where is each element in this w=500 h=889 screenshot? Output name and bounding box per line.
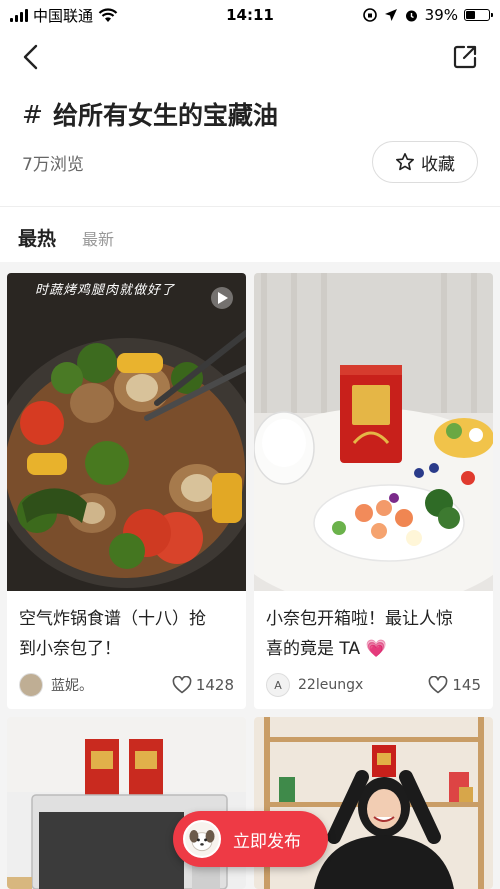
post-meta: A 22leungx 145 <box>266 672 481 698</box>
battery-level <box>466 11 475 19</box>
avatar[interactable] <box>19 673 43 697</box>
post-meta: 蓝妮。 1428 <box>19 672 234 698</box>
back-button[interactable] <box>14 40 48 74</box>
share-icon <box>453 45 477 69</box>
avatar-letter: A <box>274 678 282 692</box>
post-title-line: 小奈包开箱啦！最让人惊 <box>266 609 453 629</box>
post-card[interactable]: 小奈包开箱啦！最让人惊 喜的竟是 TA 💗 A 22leungx 145 <box>254 273 493 709</box>
heart-icon <box>429 676 448 694</box>
like-count: 1428 <box>195 676 234 694</box>
heart-emoji-icon: 💗 <box>365 639 387 659</box>
heart-icon <box>172 676 192 694</box>
share-button[interactable] <box>448 40 482 74</box>
post-title-line: 空气炸锅食谱（十八）抢 <box>19 609 206 629</box>
favorite-label: 收藏 <box>421 154 455 175</box>
favorite-button[interactable]: 收藏 <box>372 141 478 183</box>
star-icon <box>396 153 414 171</box>
alarm-icon <box>405 10 417 21</box>
clock: 14:11 <box>226 6 274 24</box>
tab-newest[interactable]: 最新 <box>82 226 114 250</box>
carrier-name: 中国联通 <box>33 6 94 25</box>
publish-label: 立即发布 <box>233 831 301 852</box>
post-title-text: 喜的竟是 TA <box>266 639 361 659</box>
publish-button[interactable]: 立即发布 <box>173 811 328 867</box>
nav-bar <box>0 34 500 80</box>
page-title: # 给所有女生的宝藏油 <box>22 96 278 132</box>
avatar[interactable]: A <box>266 673 290 697</box>
user-avatar <box>183 820 221 858</box>
post-title-line: 喜的竟是 TA 💗 <box>266 634 483 664</box>
post-image-salad <box>254 273 493 591</box>
sort-tabs: 最热 最新 <box>18 224 114 251</box>
author-name[interactable]: 22leungx <box>298 677 428 693</box>
post-image-food <box>7 273 246 591</box>
status-right: 39% <box>320 6 493 24</box>
location-icon <box>384 9 397 21</box>
like-button[interactable]: 1428 <box>172 676 234 694</box>
post-card[interactable]: 时蔬烤鸡腿肉就做好了 空气炸锅食谱（十八）抢 到小奈包了！ 蓝妮。 1428 <box>7 273 246 709</box>
wifi-icon <box>98 7 118 22</box>
battery-percent: 39% <box>424 6 458 24</box>
header-divider <box>0 206 500 207</box>
signal-icon <box>10 8 28 22</box>
image-caption-overlay: 时蔬烤鸡腿肉就做好了 <box>35 283 176 298</box>
author-name[interactable]: 蓝妮。 <box>51 675 172 695</box>
status-left: 中国联通 <box>10 5 180 26</box>
post-title: 小奈包开箱啦！最让人惊 喜的竟是 TA 💗 <box>266 604 483 664</box>
orientation-lock-icon <box>362 8 377 22</box>
tab-hottest[interactable]: 最热 <box>18 224 56 251</box>
status-bar: 中国联通 14:11 39% <box>0 0 500 30</box>
view-count: 7万浏览 <box>22 155 84 175</box>
like-count: 145 <box>452 676 481 694</box>
like-button[interactable]: 145 <box>428 676 481 694</box>
topic-title-text: 给所有女生的宝藏油 <box>52 101 278 130</box>
battery-icon <box>464 9 493 21</box>
hash-icon: # <box>22 99 43 129</box>
post-title-line: 到小奈包了！ <box>19 639 121 659</box>
chevron-left-icon <box>23 44 38 70</box>
post-title: 空气炸锅食谱（十八）抢 到小奈包了！ <box>19 604 236 664</box>
